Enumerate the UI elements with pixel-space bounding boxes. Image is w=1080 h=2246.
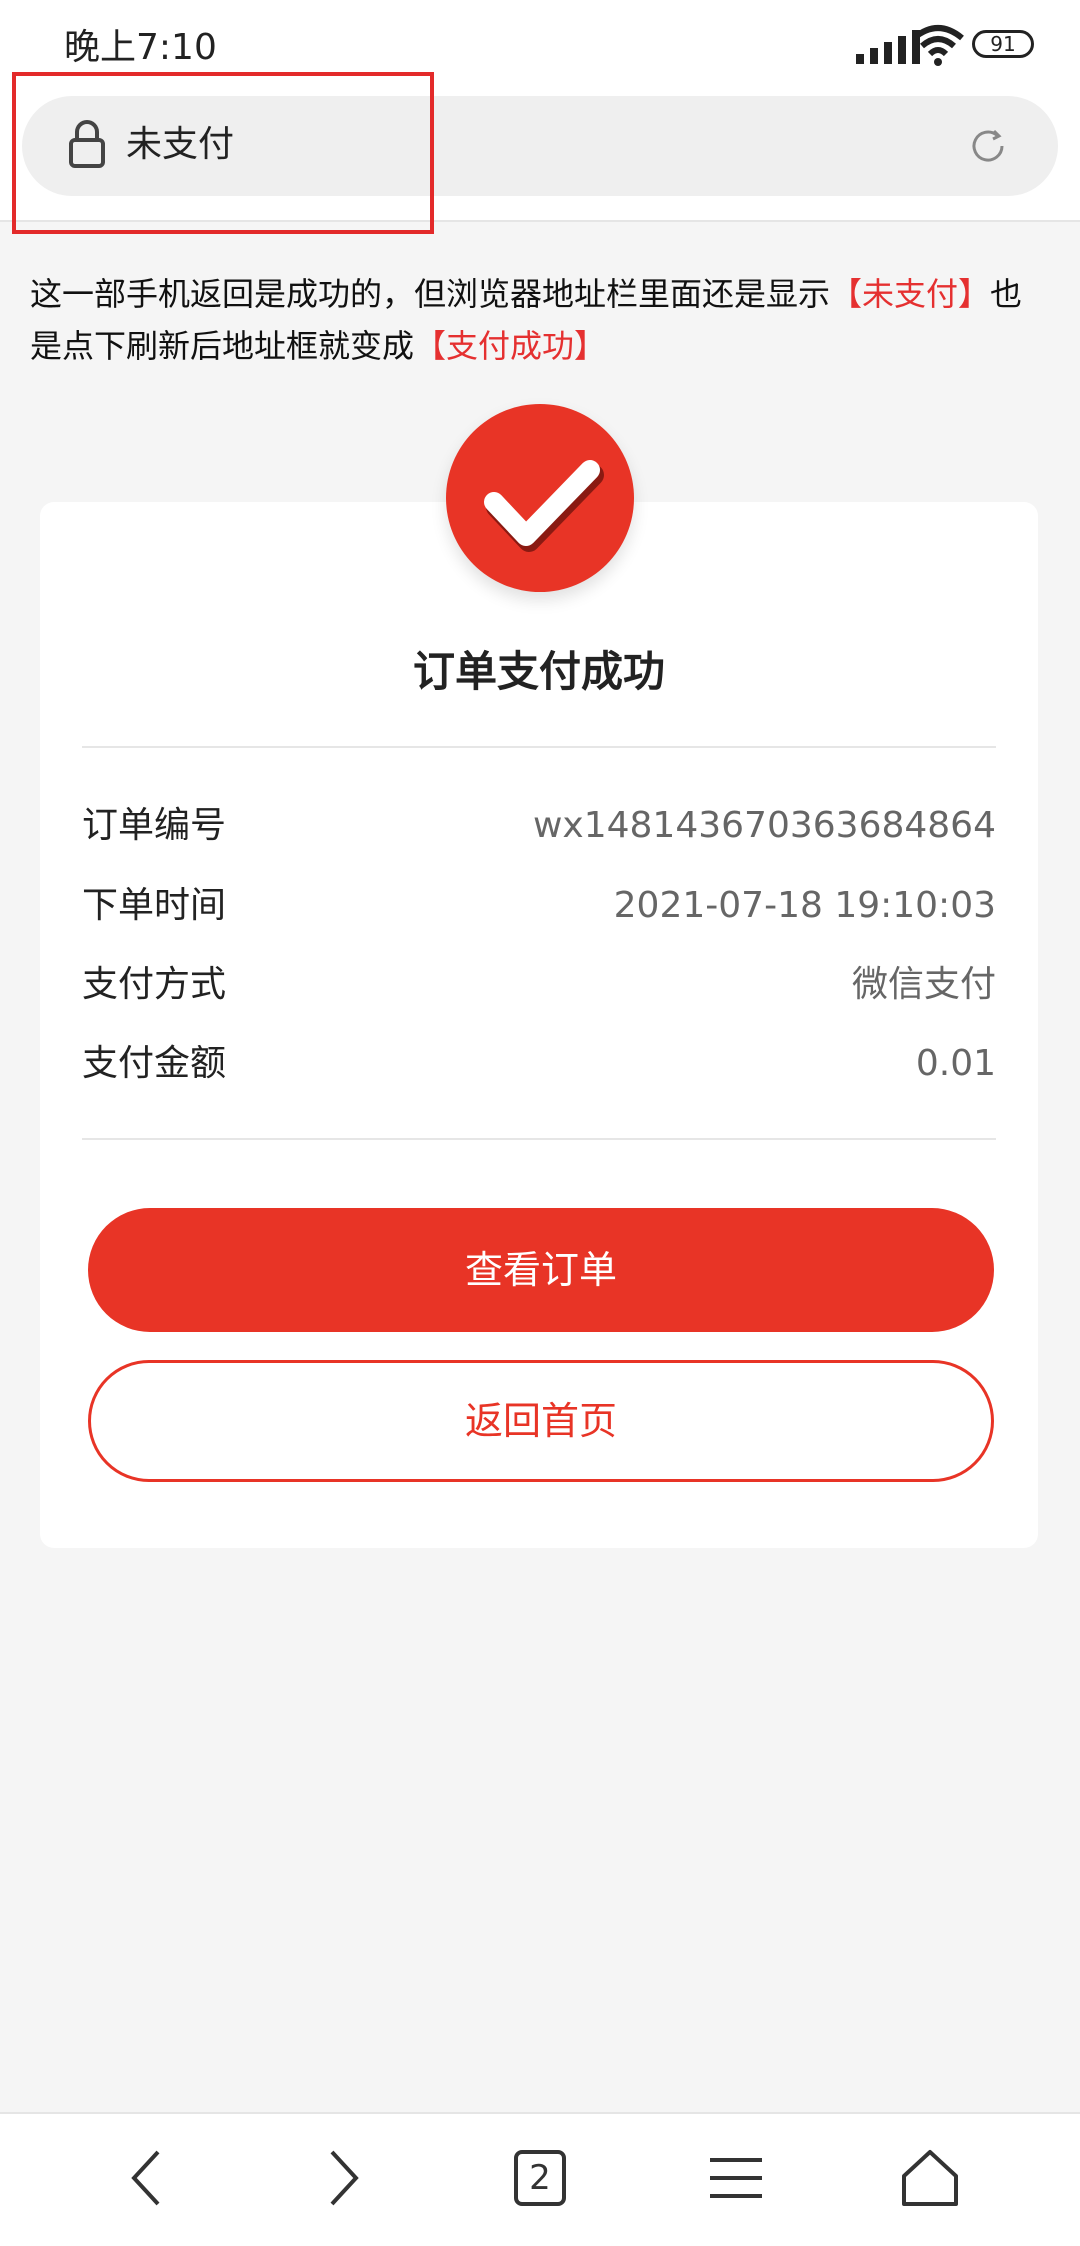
forward-button[interactable] [302, 2138, 382, 2218]
info-row-order-time: 下单时间 2021-07-18 19:10:03 [82, 876, 996, 936]
row-value: 2021-07-18 19:10:03 [613, 885, 996, 926]
note-highlight-2: 【支付成功】 [414, 327, 607, 365]
chevron-right-icon [330, 2150, 359, 2206]
back-button[interactable] [108, 2138, 188, 2218]
divider [82, 1138, 996, 1140]
browser-bottom-nav: 2 [0, 2112, 1080, 2246]
tabs-button[interactable]: 2 [500, 2138, 580, 2218]
wifi-icon [912, 25, 964, 66]
reload-icon[interactable] [966, 124, 1010, 168]
checkmark-icon [484, 460, 604, 552]
row-value: wx14814367036368486​4 [532, 805, 996, 846]
home-button[interactable] [890, 2138, 970, 2218]
info-row-order-number: 订单编号 wx14814367036368486​4 [82, 796, 996, 856]
menu-icon [710, 2158, 762, 2198]
row-value: 0.01 [915, 1043, 996, 1084]
annotation-highlight-box [12, 72, 434, 234]
row-label: 订单编号 [82, 805, 227, 846]
back-home-button[interactable]: 返回首页 [88, 1360, 994, 1482]
battery-indicator: 91 [972, 30, 1034, 58]
chevron-left-icon [131, 2150, 160, 2206]
note-highlight-1: 【未支付】 [830, 275, 991, 313]
view-order-button[interactable]: 查看订单 [88, 1208, 994, 1332]
note-part-1: 这一部手机返回是成功的，但浏览器地址栏里面还是显示 [30, 275, 831, 313]
info-row-payment-method: 支付方式 微信支付 [82, 955, 996, 1015]
info-row-payment-amount: 支付金额 0.01 [82, 1034, 996, 1094]
row-label: 支付金额 [82, 1043, 227, 1084]
success-check-icon [446, 404, 634, 592]
row-value: 微信支付 [851, 964, 996, 1005]
row-label: 下单时间 [82, 885, 227, 926]
home-icon [902, 2150, 958, 2206]
row-label: 支付方式 [82, 964, 227, 1005]
status-time: 晚上7:10 [64, 27, 217, 68]
annotation-text: 这一部手机返回是成功的，但浏览器地址栏里面还是显示【未支付】也是点下刷新后地址框… [30, 268, 1050, 372]
tabs-count: 2 [529, 2158, 551, 2198]
success-title: 订单支付成功 [412, 647, 665, 696]
menu-button[interactable] [696, 2138, 776, 2218]
payment-result-card: 订单支付成功 订单编号 wx14814367036368486​4 下单时间 2… [40, 502, 1038, 1548]
divider [82, 746, 996, 748]
